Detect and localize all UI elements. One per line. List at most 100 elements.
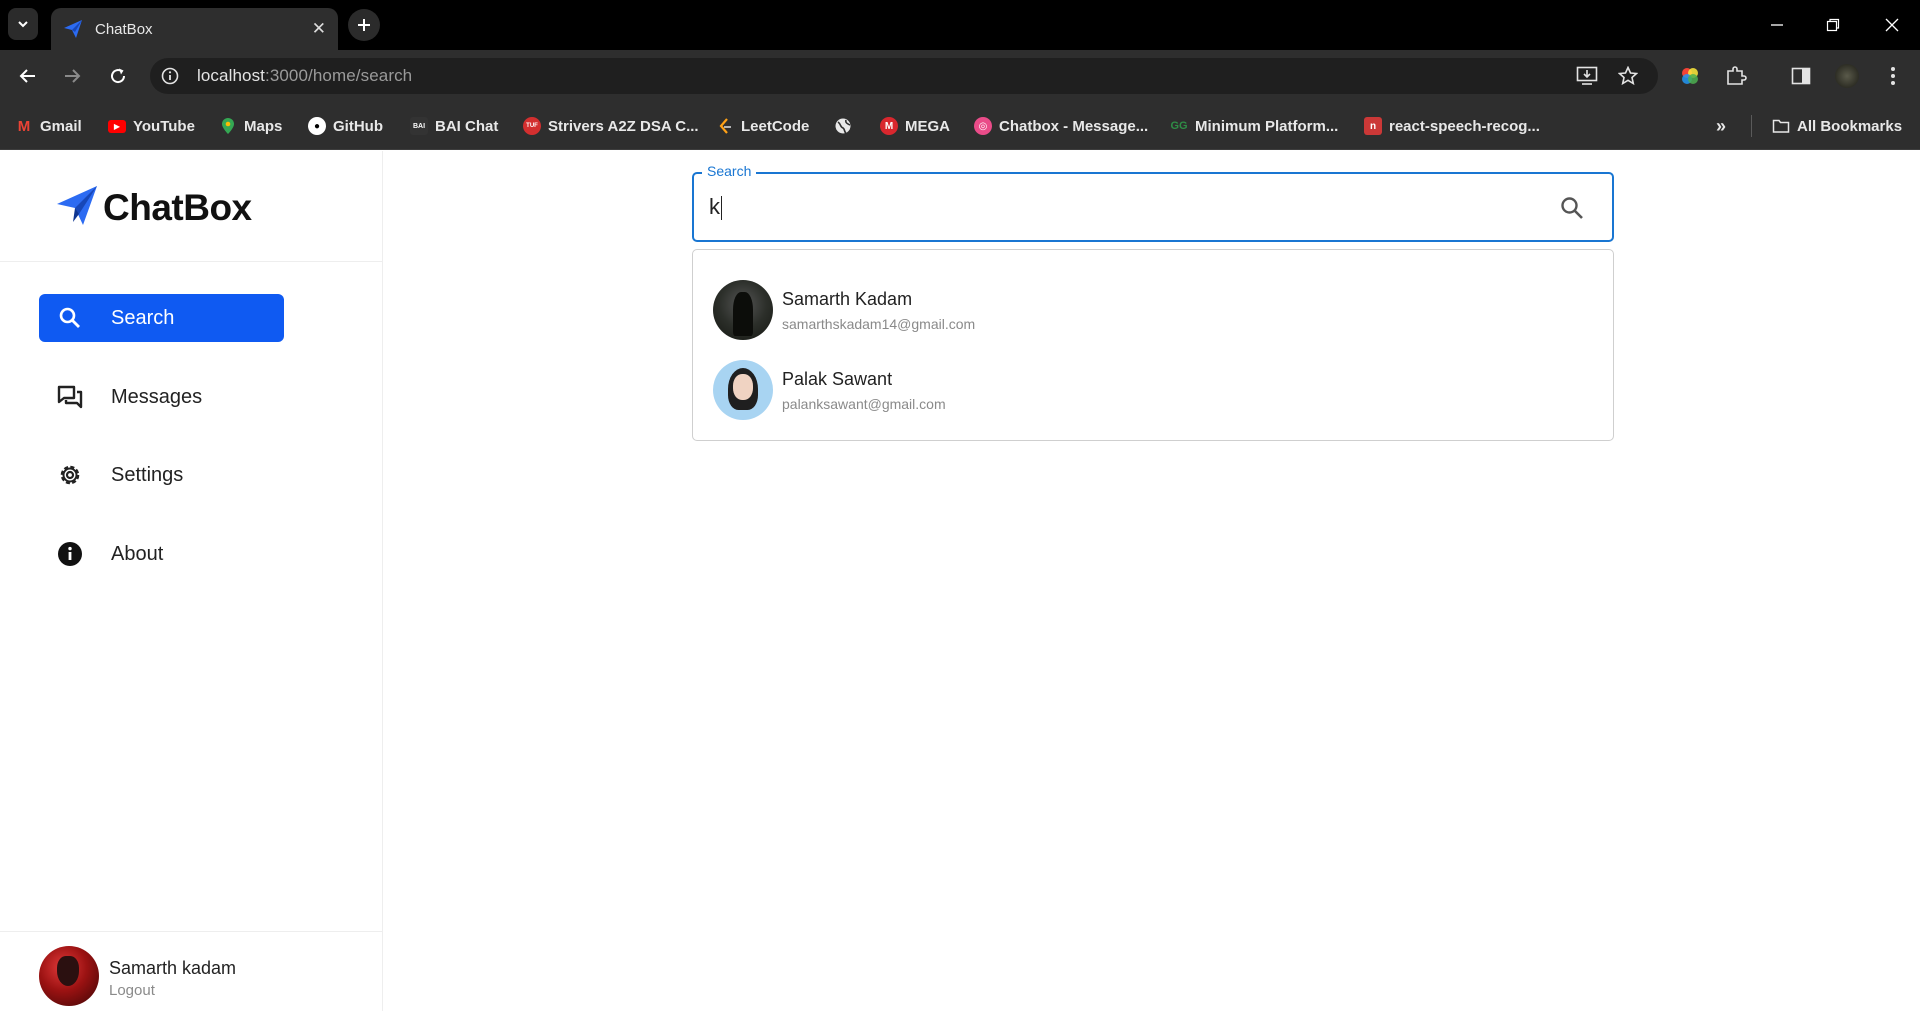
bookmark-star-icon[interactable] <box>1618 66 1638 86</box>
list-item[interactable]: Palak Sawant palanksawant@gmail.com <box>713 359 1573 421</box>
bookmark-chatbox-message[interactable]: ◎ Chatbox - Message... <box>974 114 1148 138</box>
close-tab-icon[interactable]: ✕ <box>312 19 326 39</box>
address-bar[interactable]: localhost:3000/home/search <box>150 58 1658 94</box>
avatar[interactable] <box>39 946 99 1006</box>
url-path: :3000/home/search <box>265 66 413 85</box>
gear-icon <box>56 461 84 489</box>
logout-link[interactable]: Logout <box>109 982 155 999</box>
bookmark-minimum-platform[interactable]: GG Minimum Platform... <box>1170 114 1338 138</box>
bookmarks-bar: M Gmail ▶ YouTube Maps ● GitHub BAI BAI Chat… <box>0 101 1920 150</box>
text-caret <box>721 196 722 221</box>
nav-item-label: Messages <box>111 385 203 408</box>
bookmark-gmail[interactable]: M Gmail <box>15 114 82 138</box>
chevron-down-icon <box>18 21 28 28</box>
profile-avatar-icon[interactable] <box>1833 62 1861 90</box>
search-input[interactable]: Search k <box>692 163 1614 242</box>
restore-button[interactable] <box>1818 12 1848 38</box>
close-window-button[interactable] <box>1877 12 1907 38</box>
nav-item-label: Search <box>111 306 175 329</box>
search-results-list: Samarth Kadam samarthskadam14@gmail.com … <box>692 249 1614 441</box>
chevron-double-right-icon: » <box>1716 115 1727 136</box>
nav-item-label: Settings <box>111 463 184 486</box>
chatbox-app: ChatBox Search Messages Settings About S… <box>0 151 1920 1011</box>
gmail-icon: M <box>17 117 31 135</box>
messages-icon <box>56 383 84 411</box>
info-icon <box>56 540 84 568</box>
search-icon <box>56 304 84 332</box>
install-app-icon[interactable] <box>1576 66 1598 86</box>
nav-item-settings[interactable]: Settings <box>39 451 284 499</box>
search-submit-button[interactable] <box>1558 194 1586 222</box>
bookmark-maps[interactable]: Maps <box>219 114 282 138</box>
mega-icon: M <box>880 117 898 135</box>
result-email: samarthskadam14@gmail.com <box>782 315 976 332</box>
folder-icon <box>1772 117 1790 135</box>
github-icon: ● <box>308 117 326 135</box>
close-icon <box>1885 18 1899 32</box>
browser-tab[interactable]: ChatBox ✕ <box>51 8 338 50</box>
bai-icon: BAI <box>410 117 428 135</box>
user-profile: Samarth kadam Logout <box>0 931 383 1011</box>
minimize-button[interactable] <box>1762 12 1792 38</box>
dribbble-icon: ◎ <box>974 117 992 135</box>
bookmark-mega[interactable]: M MEGA <box>880 114 950 138</box>
globe-icon <box>834 117 852 135</box>
brand-header: ChatBox <box>0 151 383 262</box>
avatar <box>713 280 773 340</box>
nav-item-messages[interactable]: Messages <box>39 373 284 421</box>
brand-name: ChatBox <box>103 187 252 228</box>
result-email: palanksawant@gmail.com <box>782 395 946 412</box>
plus-icon <box>358 19 370 31</box>
leetcode-icon <box>716 117 734 135</box>
maps-icon <box>219 117 237 135</box>
paper-plane-logo-icon <box>57 186 97 225</box>
avatar <box>713 360 773 420</box>
bookmark-github[interactable]: ● GitHub <box>308 114 383 138</box>
bookmark-bai-chat[interactable]: BAI BAI Chat <box>410 114 498 138</box>
browser-toolbar: localhost:3000/home/search <box>0 50 1920 101</box>
bookmark-globe[interactable] <box>834 114 859 138</box>
bookmark-strivers[interactable]: TUF Strivers A2Z DSA C... <box>523 114 699 138</box>
tuf-icon: TUF <box>523 117 541 135</box>
more-bookmarks-button[interactable]: » <box>1716 114 1726 138</box>
restore-icon <box>1826 18 1840 32</box>
reload-icon <box>111 68 126 84</box>
browser-titlebar: ChatBox ✕ <box>0 0 1920 50</box>
result-name: Palak Sawant <box>782 368 893 389</box>
profile-name: Samarth kadam <box>109 958 237 978</box>
result-name: Samarth Kadam <box>782 288 913 309</box>
bookmark-youtube[interactable]: ▶ YouTube <box>108 114 195 138</box>
nav-item-about[interactable]: About <box>39 530 284 578</box>
extensions-icon[interactable] <box>1722 62 1750 90</box>
chatbox-favicon-icon <box>64 20 82 38</box>
colorful-extension-icon[interactable] <box>1676 62 1704 90</box>
npm-icon: n <box>1364 117 1382 135</box>
search-icon <box>1561 197 1583 219</box>
tab-search-button[interactable] <box>8 8 38 40</box>
all-bookmarks-button[interactable]: All Bookmarks <box>1772 114 1902 138</box>
site-info-icon[interactable] <box>161 67 179 85</box>
gfg-icon: GG <box>1170 120 1188 132</box>
tab-title: ChatBox <box>95 20 153 38</box>
url-host: localhost <box>197 66 265 85</box>
forward-button[interactable] <box>56 60 88 92</box>
nav-item-label: About <box>111 542 164 565</box>
list-item[interactable]: Samarth Kadam samarthskadam14@gmail.com <box>713 279 1573 341</box>
bookmark-react-speech[interactable]: n react-speech-recog... <box>1364 114 1540 138</box>
divider <box>1751 115 1752 137</box>
minimize-icon <box>1771 24 1783 26</box>
bookmark-leetcode[interactable]: LeetCode <box>716 114 809 138</box>
search-input-value[interactable]: k <box>709 194 722 221</box>
nav-item-search[interactable]: Search <box>39 294 284 342</box>
url-text[interactable]: localhost:3000/home/search <box>197 66 412 86</box>
new-tab-button[interactable] <box>348 9 380 41</box>
reload-button[interactable] <box>102 60 134 92</box>
sidebar: ChatBox Search Messages Settings About S… <box>0 151 383 1011</box>
side-panel-icon[interactable] <box>1787 62 1815 90</box>
arrow-right-icon <box>65 69 81 83</box>
arrow-left-icon <box>19 69 35 83</box>
search-label: Search <box>702 163 757 179</box>
menu-kebab-icon[interactable] <box>1879 62 1907 90</box>
youtube-icon: ▶ <box>108 119 126 133</box>
back-button[interactable] <box>12 60 44 92</box>
